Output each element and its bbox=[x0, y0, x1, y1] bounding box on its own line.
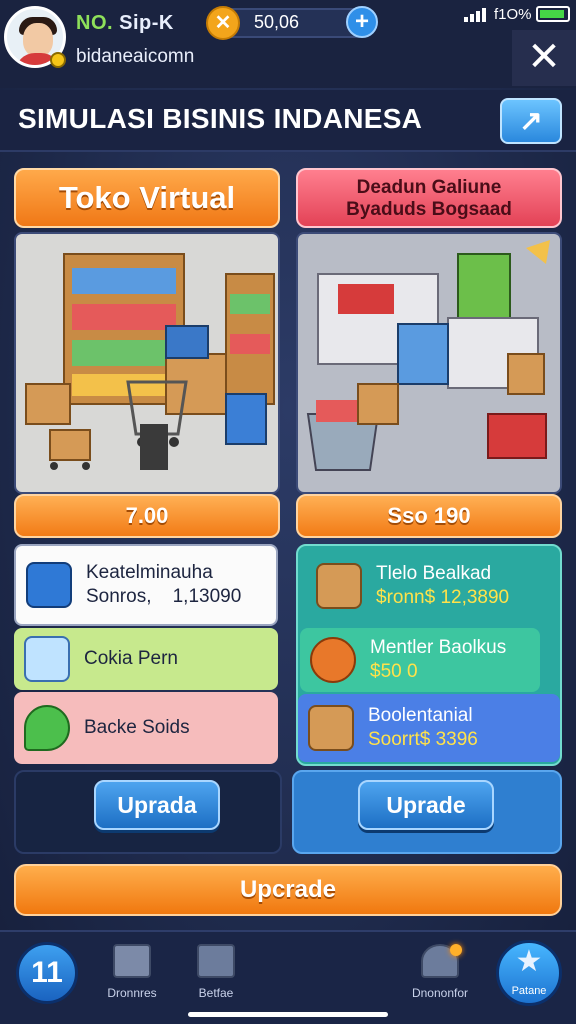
level-badge-icon bbox=[50, 52, 66, 68]
right-card-3-title: Boolentanial bbox=[368, 705, 473, 726]
tools-icon bbox=[197, 944, 235, 978]
right-card-1[interactable]: Tlelo Bealkad $ronn$ 12,3890 bbox=[306, 550, 556, 622]
right-card-2[interactable]: Mentler Baolkus $50 0 bbox=[300, 628, 540, 692]
left-card-3-title: Backe Soids bbox=[84, 717, 190, 738]
signal-icon bbox=[464, 6, 490, 22]
upgrade-button-left[interactable]: Uprada bbox=[94, 780, 220, 830]
upgrade-button-right[interactable]: Uprade bbox=[358, 780, 494, 830]
left-card-1[interactable]: Keatelminauha Sonros, 1,13090 bbox=[14, 544, 278, 626]
battery-icon bbox=[536, 6, 570, 22]
nav-item-dronnres[interactable]: Dronnres bbox=[92, 944, 172, 1000]
store-scene-right bbox=[296, 232, 562, 494]
nav-star-label: Patane bbox=[511, 985, 547, 997]
left-card-2[interactable]: Cokia Pern bbox=[14, 628, 278, 690]
right-card-1-title: Tlelo Bealkad bbox=[376, 563, 492, 584]
store-illustration-left bbox=[25, 253, 275, 470]
nav-label: Betfae bbox=[198, 986, 234, 1000]
box-icon bbox=[26, 562, 72, 608]
left-card-2-title: Cokia Pern bbox=[84, 648, 178, 669]
status-text: f1O% bbox=[494, 6, 532, 23]
left-card-1-title: Keatelminauha bbox=[86, 562, 213, 583]
right-card-1-value: $ronn$ 12,3890 bbox=[376, 587, 510, 608]
player-subtitle: bidaneaicomn bbox=[76, 46, 195, 67]
nav-item-betfae[interactable]: Betfae bbox=[176, 944, 256, 1000]
share-button[interactable]: ↗ bbox=[500, 98, 562, 144]
right-header[interactable]: Deadun Galiune Byaduds Bogsaad bbox=[296, 168, 562, 228]
right-card-2-value: $50 0 bbox=[370, 661, 418, 682]
crate-icon bbox=[316, 563, 362, 609]
leaf-shield-icon bbox=[24, 705, 70, 751]
nav-label: Dronnres bbox=[107, 986, 157, 1000]
document-icon bbox=[24, 636, 70, 682]
close-button[interactable]: ✕ bbox=[512, 30, 576, 86]
nav-item-dnononfor[interactable]: Dnononfor bbox=[400, 944, 480, 1000]
price-left[interactable]: 7.00 bbox=[14, 494, 280, 538]
home-indicator bbox=[188, 1012, 388, 1017]
right-card-3-value: Soorrt$ 3396 bbox=[368, 729, 478, 750]
notification-dot bbox=[450, 944, 462, 956]
clock-icon bbox=[310, 637, 356, 683]
nav-home-button[interactable]: 11 bbox=[16, 942, 78, 1004]
right-header-line1: Deadun Galiune bbox=[356, 177, 502, 198]
left-card-1-value: Sonros, 1,13090 bbox=[86, 586, 242, 607]
store-scene-left bbox=[14, 232, 280, 494]
toko-virtual-header[interactable]: Toko Virtual bbox=[14, 168, 280, 228]
star-icon: ★ bbox=[515, 945, 543, 978]
left-card-3[interactable]: Backe Soids bbox=[14, 692, 278, 764]
nav-label: Dnononfor bbox=[411, 986, 469, 1000]
bottom-nav bbox=[0, 930, 576, 1024]
coin-value: 50,06 bbox=[254, 12, 300, 32]
package-icon bbox=[308, 705, 354, 751]
add-coins-button[interactable]: + bbox=[346, 6, 378, 38]
page-title: SIMULASI BISINIS INDANESA bbox=[18, 103, 423, 134]
nav-star-button[interactable]: ★ Patane bbox=[496, 940, 562, 1006]
price-right[interactable]: Sso 190 bbox=[296, 494, 562, 538]
main-upgrade-button[interactable]: Upcrade bbox=[14, 864, 562, 916]
right-card-2-title: Mentler Baolkus bbox=[370, 637, 507, 658]
right-header-line2: Byaduds Bogsaad bbox=[346, 199, 512, 220]
store-illustration-right bbox=[306, 240, 550, 471]
player-name: NO. Sip-K bbox=[76, 12, 174, 34]
right-card-3[interactable]: Boolentanial Soorrt$ 3396 bbox=[298, 694, 560, 762]
coin-icon: ✕ bbox=[206, 6, 240, 40]
cube-icon bbox=[113, 944, 151, 978]
